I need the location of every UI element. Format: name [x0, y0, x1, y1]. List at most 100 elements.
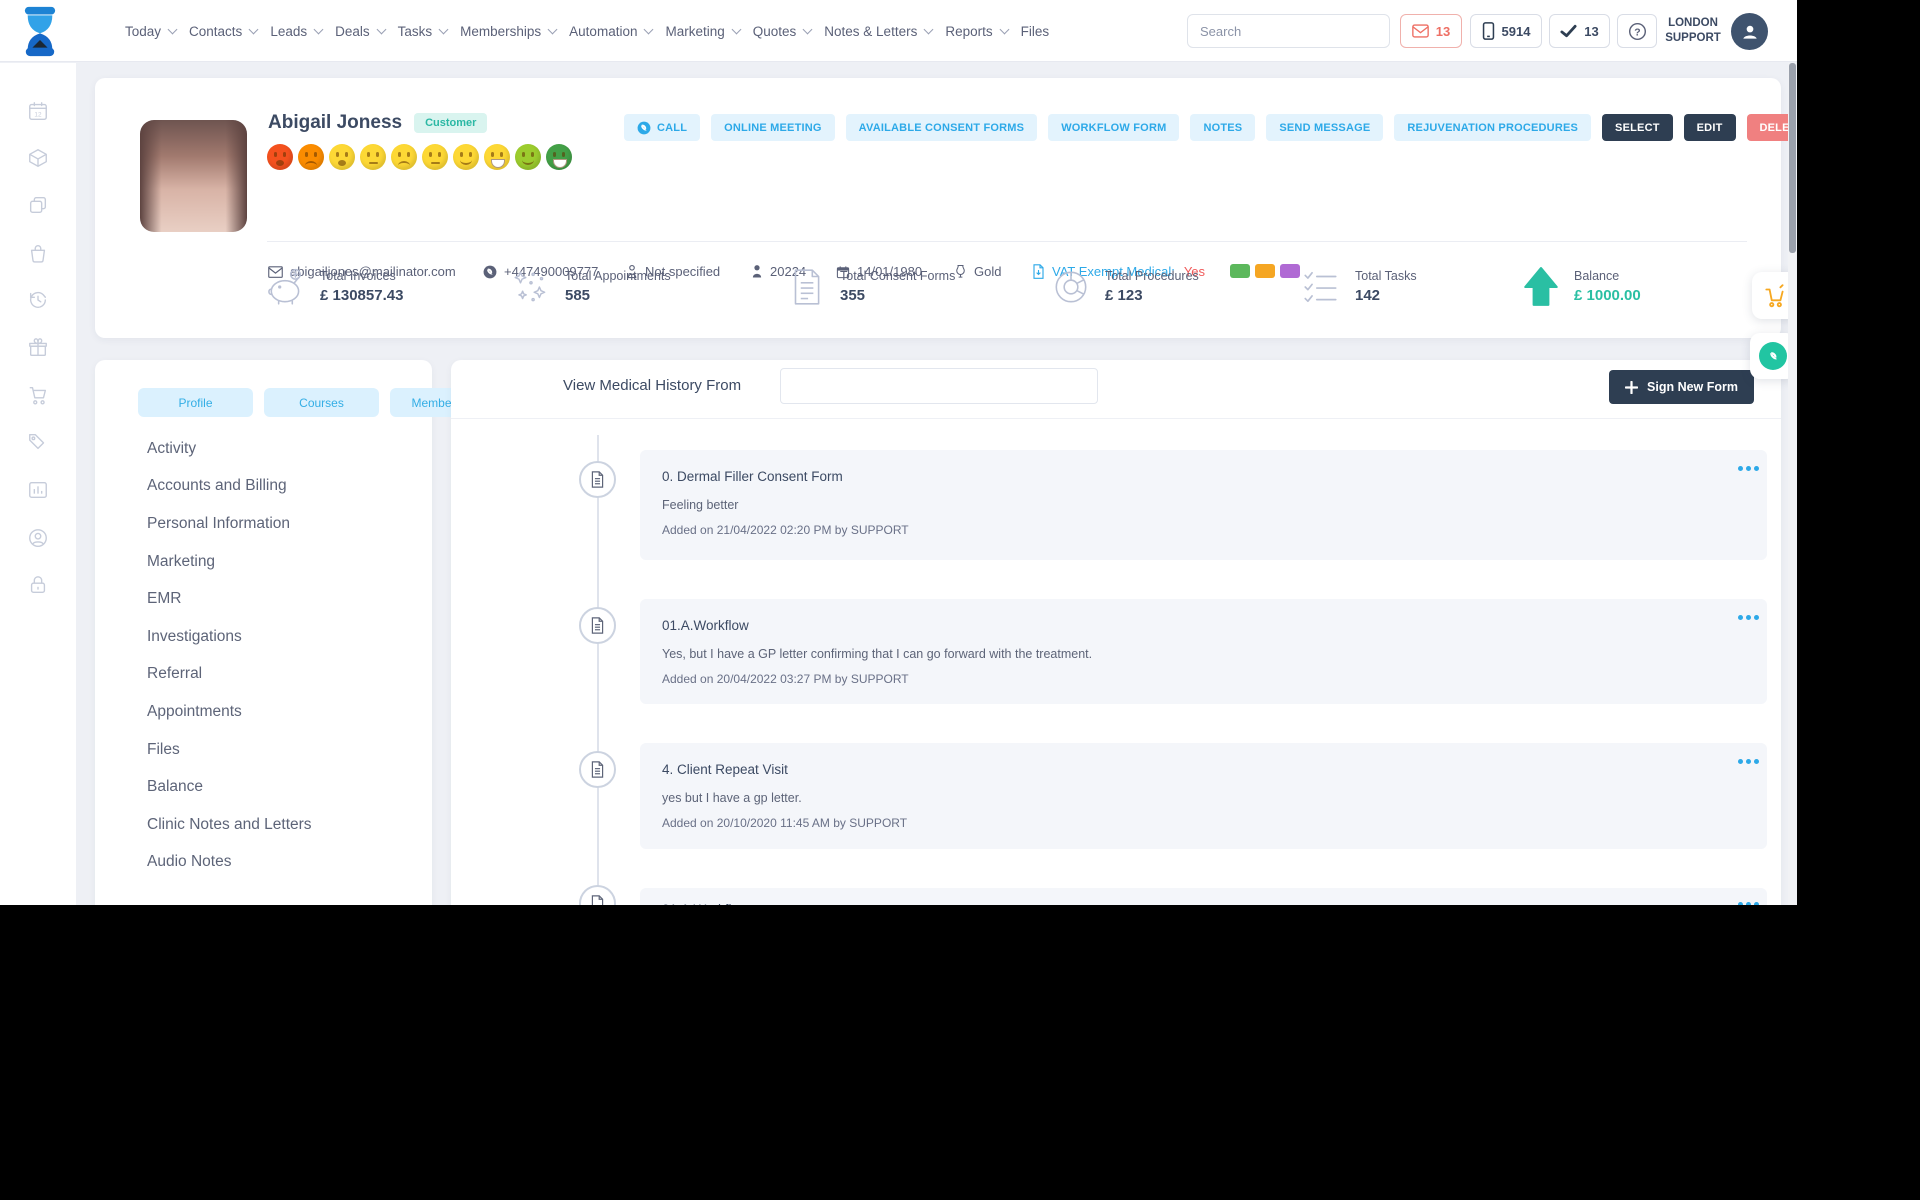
help-button[interactable]: ? — [1617, 14, 1657, 48]
chart-icon[interactable] — [27, 479, 49, 501]
menu-item-referral[interactable]: Referral — [147, 656, 422, 694]
pabau-hourglass-logo[interactable] — [18, 5, 62, 58]
sign-new-form-button[interactable]: Sign New Form — [1609, 370, 1754, 404]
available-consent-forms-button[interactable]: AVAILABLE CONSENT FORMS — [845, 114, 1038, 141]
timeline-node — [579, 751, 616, 788]
call-button[interactable]: CALL — [624, 114, 701, 141]
nav-files[interactable]: Files — [1021, 24, 1050, 39]
tag-chip-purple — [1280, 264, 1300, 278]
scrollbar-thumb[interactable] — [1789, 63, 1796, 253]
search-icon[interactable] — [1388, 15, 1389, 47]
nav-deals[interactable]: Deals — [335, 24, 387, 39]
nav-quotes[interactable]: Quotes — [752, 23, 813, 39]
menu-item-marketing[interactable]: Marketing — [147, 543, 422, 581]
mood-emoji-10[interactable] — [546, 144, 572, 170]
nav-leads[interactable]: Leads — [270, 23, 324, 39]
more-options-icon[interactable] — [1738, 759, 1743, 764]
online-meeting-button[interactable]: ONLINE MEETING — [711, 114, 835, 141]
nav-automation[interactable]: Automation — [569, 24, 654, 39]
mood-emoji-5[interactable] — [391, 144, 417, 170]
customer-badge: Customer — [414, 113, 488, 133]
mood-emoji-9[interactable] — [515, 144, 541, 170]
entry-title: 4. Client Repeat Visit — [662, 762, 788, 777]
medical-history-entry: 4. Client Repeat Visit yes but I have a … — [640, 743, 1767, 849]
menu-item-audio-notes[interactable]: Audio Notes — [147, 844, 422, 882]
user-avatar[interactable] — [1731, 13, 1768, 50]
patient-tags — [1230, 264, 1300, 278]
mood-emoji-3[interactable] — [329, 144, 355, 170]
tag-icon[interactable] — [27, 431, 49, 453]
send-message-button[interactable]: SEND MESSAGE — [1266, 114, 1384, 141]
menu-item-personal-information[interactable]: Personal Information — [147, 505, 422, 543]
menu-item-balance[interactable]: Balance — [147, 768, 422, 806]
account-icon[interactable] — [27, 527, 49, 549]
mood-emoji-6[interactable] — [422, 144, 448, 170]
timeline-node — [579, 607, 616, 644]
confetti-icon — [514, 271, 546, 302]
menu-item-files[interactable]: Files — [147, 731, 422, 769]
chevron-down-icon — [547, 24, 558, 34]
tab-profile[interactable]: Profile — [138, 388, 253, 417]
nav-marketing[interactable]: Marketing — [665, 24, 742, 39]
mood-emoji-8[interactable] — [484, 144, 510, 170]
more-options-icon[interactable] — [1738, 615, 1743, 620]
menu-item-activity[interactable]: Activity — [147, 430, 422, 468]
bag-icon[interactable] — [27, 242, 49, 264]
more-options-icon[interactable] — [1738, 902, 1743, 905]
timeline-node — [579, 885, 616, 905]
more-options-icon[interactable] — [1738, 466, 1743, 471]
gift-icon[interactable] — [27, 337, 49, 359]
cart-icon[interactable] — [27, 384, 49, 406]
nav-contacts[interactable]: Contacts — [189, 24, 259, 39]
stat-label: Total Tasks — [1355, 269, 1417, 283]
patient-photo[interactable] — [140, 120, 247, 232]
phone-icon — [637, 121, 651, 134]
copy-icon[interactable] — [27, 194, 49, 216]
tag-chip-orange — [1255, 264, 1275, 278]
chevron-down-icon — [802, 24, 813, 34]
medical-history-date-filter[interactable] — [780, 368, 1098, 404]
search-input[interactable] — [1188, 15, 1388, 47]
nav-today[interactable]: Today — [125, 24, 178, 39]
nav-label: Quotes — [752, 23, 797, 39]
question-icon: ? — [1628, 22, 1646, 40]
package-icon[interactable] — [27, 147, 49, 169]
edit-button[interactable]: EDIT — [1683, 114, 1736, 141]
notes-button[interactable]: NOTES — [1190, 114, 1256, 141]
donut-chart-icon — [1055, 271, 1087, 303]
select-button[interactable]: SELECT — [1602, 114, 1673, 141]
chevron-down-icon — [999, 24, 1010, 34]
stat-total-tasks: Total Tasks 142 — [1300, 266, 1417, 308]
nav-reports[interactable]: Reports — [945, 24, 1010, 39]
stat-value: £ 1000.00 — [1574, 287, 1641, 304]
nav-notes-letters[interactable]: Notes & Letters — [824, 24, 934, 39]
nav-memberships[interactable]: Memberships — [460, 24, 558, 39]
mood-emoji-1[interactable] — [267, 144, 293, 170]
nav-tasks[interactable]: Tasks — [398, 24, 449, 39]
calendar-icon[interactable]: 12 — [27, 100, 49, 122]
phone-badge[interactable]: 5914 — [1470, 14, 1542, 48]
mood-emoji-2[interactable] — [298, 144, 324, 170]
history-icon[interactable] — [27, 289, 49, 311]
chevron-down-icon — [167, 24, 178, 34]
call-label: CALL — [657, 121, 688, 134]
rejuvenation-procedures-button[interactable]: REJUVENATION PROCEDURES — [1394, 114, 1592, 141]
workflow-form-button[interactable]: WORKFLOW FORM — [1048, 114, 1180, 141]
medical-history-title: View Medical History From — [563, 377, 742, 394]
tab-courses[interactable]: Courses — [264, 388, 379, 417]
stat-label: Total Invoices — [320, 269, 396, 283]
mood-emoji-4[interactable] — [360, 144, 386, 170]
menu-item-investigations[interactable]: Investigations — [147, 618, 422, 656]
medical-history-entry: 0. Dermal Filler Consent Form Feeling be… — [640, 450, 1767, 560]
tasks-badge[interactable]: 13 — [1549, 14, 1610, 48]
menu-item-emr[interactable]: EMR — [147, 580, 422, 618]
mood-emoji-7[interactable] — [453, 144, 479, 170]
nav-label: Leads — [270, 23, 308, 39]
menu-item-accounts-and-billing[interactable]: Accounts and Billing — [147, 468, 422, 506]
menu-item-clinic-notes-and-letters[interactable]: Clinic Notes and Letters — [147, 806, 422, 844]
stat-label: Total Procedures — [1105, 269, 1199, 283]
nav-label: Files — [1020, 23, 1050, 39]
lock-icon[interactable] — [27, 574, 49, 596]
menu-item-appointments[interactable]: Appointments — [147, 693, 422, 731]
messages-badge[interactable]: 13 — [1400, 14, 1462, 48]
